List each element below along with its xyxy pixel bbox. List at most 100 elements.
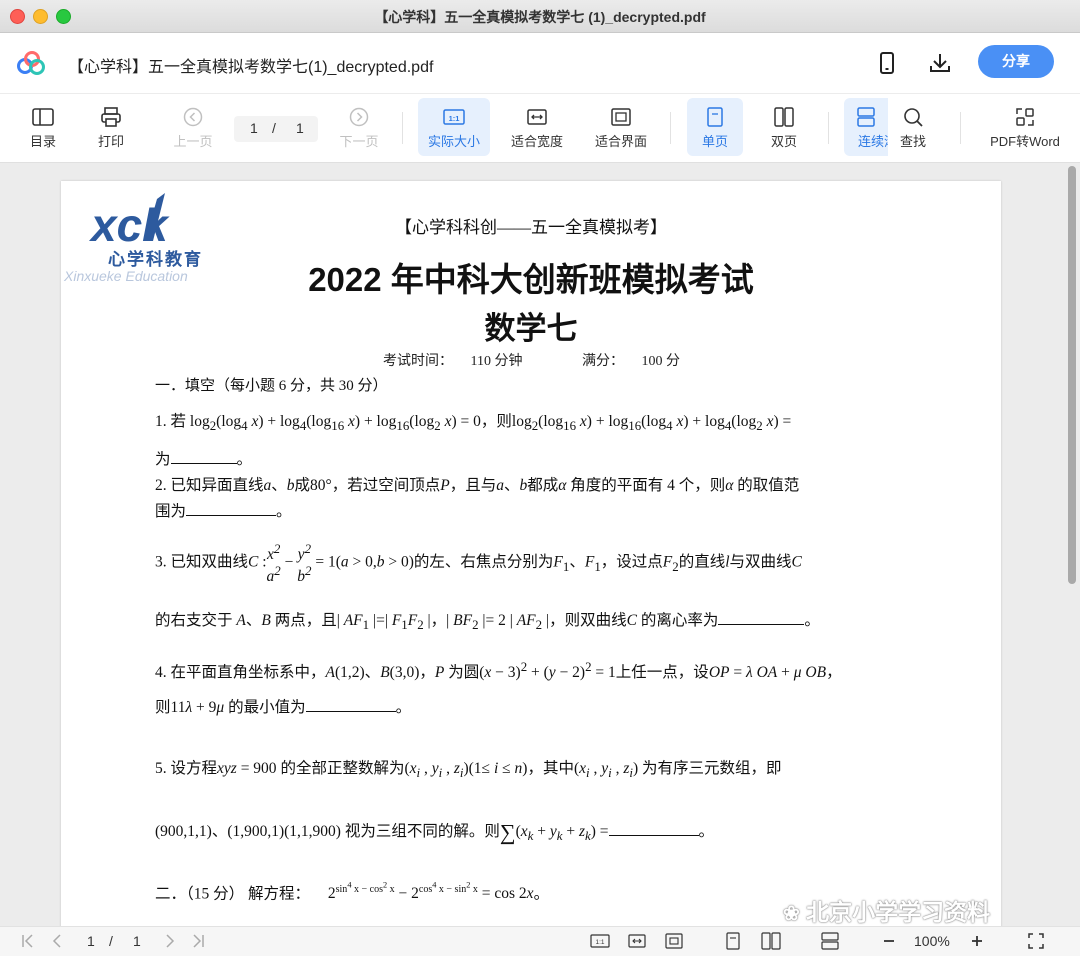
search-icon (904, 108, 923, 127)
sidebar-icon (32, 108, 54, 126)
continuous-scroll-label: 连续滚 (858, 134, 888, 149)
toc-button[interactable]: 目录 (14, 98, 72, 156)
question-3: 3. 已知双曲线C :x2 a2 − y2 b2 = 1(a > 0,b > 0)的… (155, 541, 802, 586)
fullscreen-icon (1028, 933, 1044, 949)
document-name: 【心学科】五一全真模拟考数学七(1)_decrypted.pdf (68, 59, 434, 76)
current-page: 1 (250, 120, 258, 136)
full-score: 100 分 (641, 354, 680, 369)
share-button[interactable]: 分享 (978, 45, 1054, 78)
question-4: 4. 在平面直角坐标系中，A(1,2)、B(3,0)，P 为圆(x − 3)2 … (155, 659, 842, 682)
last-page-icon (193, 934, 204, 948)
question-1: 1. 若 log2(log4 x) + log4(log16 x) + log1… (155, 413, 792, 434)
single-page-button[interactable]: 单页 (687, 98, 743, 156)
double-page-label: 双页 (770, 134, 797, 149)
svg-text:1:1: 1:1 (595, 939, 604, 946)
exam-time: 110 分钟 (470, 354, 523, 369)
page-number-box[interactable]: 1 / 1 (234, 116, 318, 142)
pdf-toolbar: 目录 打印 上一页 1 / 1 下一页 1:1 实际大小 适合宽度 适合界面 单… (0, 94, 1080, 163)
prev-page-small-button[interactable] (50, 932, 64, 950)
next-page-label: 下一页 (339, 134, 379, 149)
minus-icon (884, 940, 894, 942)
question-2: 2. 已知异面直线a、b成80°，若过空间顶点P，且与a、b都成α 角度的平面有… (155, 477, 800, 494)
toolbar-divider (960, 112, 961, 144)
document-viewer[interactable]: xck 心学科教育 Xinxueke Education 【心学科科创——五一全… (0, 163, 1080, 926)
status-fit-page-button[interactable] (664, 932, 684, 950)
fit-width-small-icon (628, 934, 646, 948)
section-1-heading: 一．填空（每小题 6 分，共 30 分） (155, 378, 388, 394)
pdf-page: xck 心学科教育 Xinxueke Education 【心学科科创——五一全… (61, 181, 1001, 926)
zoom-in-button[interactable] (968, 932, 986, 950)
question-2-answer: 围为。 (155, 503, 292, 520)
question-5: 5. 设方程xyz = 900 的全部正整数解为(xi , yi , zi)(1… (155, 760, 782, 781)
convert-icon (1016, 108, 1034, 126)
actual-size-small-icon: 1:1 (590, 934, 610, 948)
find-label: 查找 (899, 134, 926, 149)
single-page-icon (707, 107, 723, 127)
pdf-to-word-button[interactable]: PDF转Word (982, 98, 1068, 156)
scrollbar-thumb[interactable] (1068, 166, 1076, 584)
doc-subtitle: 数学七 (484, 311, 578, 346)
status-continuous-button[interactable] (820, 932, 840, 950)
continuous-scroll-icon (857, 107, 875, 127)
double-page-button[interactable]: 双页 (756, 98, 812, 156)
question-4-cont: 则11λ + 9μ 的最小值为。 (155, 699, 412, 716)
last-page-button[interactable] (190, 932, 206, 950)
chevron-left-circle-icon (183, 107, 203, 127)
doc-header: 【心学科科创——五一全真模拟考】 (395, 218, 667, 237)
phone-icon[interactable] (875, 51, 899, 75)
zoom-level: 100% (914, 933, 950, 949)
exam-meta: 考试时间： 110 分钟 满分： 100 分 (383, 350, 680, 370)
status-bar: 1 / 1 1:1 100% (0, 926, 1080, 956)
prev-page-button[interactable]: 上一页 (164, 98, 222, 156)
plus-icon (972, 936, 982, 946)
continuous-scroll-button[interactable]: 连续滚 (844, 98, 888, 156)
exam-time-label: 考试时间： (383, 354, 453, 369)
page-separator: / (272, 120, 276, 136)
first-page-icon (22, 934, 33, 948)
question-3-cont: 的右支交于 A、B 两点，且| AF1 |=| F1F2 |，| BF2 |= … (155, 612, 820, 633)
window-title: 【心学科】五一全真模拟考数学七 (1)_decrypted.pdf (374, 9, 706, 25)
status-slash: / (109, 933, 113, 949)
full-score-label: 满分： (581, 354, 624, 369)
fit-width-label: 适合宽度 (510, 134, 563, 149)
zoom-out-button[interactable] (880, 932, 898, 950)
toc-label: 目录 (29, 134, 56, 149)
cloud-logo-icon (17, 51, 45, 75)
chevron-right-circle-icon (349, 107, 369, 127)
print-button[interactable]: 打印 (82, 98, 140, 156)
continuous-small-icon (821, 932, 839, 950)
fit-page-button[interactable]: 适合界面 (588, 98, 654, 156)
pdf-to-word-label: PDF转Word (990, 134, 1060, 149)
chevron-right-icon (166, 934, 175, 948)
status-total-pages: 1 (133, 933, 141, 949)
find-button[interactable]: 查找 (888, 98, 938, 156)
svg-text:1:1: 1:1 (449, 114, 460, 123)
print-label: 打印 (97, 134, 124, 149)
fit-page-label: 适合界面 (594, 134, 647, 149)
status-fit-width-button[interactable] (627, 932, 647, 950)
prev-page-label: 上一页 (173, 134, 213, 149)
double-page-small-icon (761, 932, 781, 950)
question-5-cont: (900,1,1)、(1,900,1)(1,1,900) 视为三组不同的解。则∑… (155, 819, 715, 845)
toolbar-divider (828, 112, 829, 144)
status-double-page-button[interactable] (761, 932, 781, 950)
actual-size-button[interactable]: 1:1 实际大小 (418, 98, 490, 156)
chevron-left-icon (52, 934, 61, 948)
fit-width-button[interactable]: 适合宽度 (504, 98, 570, 156)
next-page-button[interactable]: 下一页 (330, 98, 388, 156)
status-actual-size-button[interactable]: 1:1 (590, 932, 610, 950)
status-current-page: 1 (87, 933, 95, 949)
fullscreen-button[interactable] (1027, 932, 1045, 950)
fit-width-icon (527, 109, 547, 125)
fit-page-icon (611, 108, 631, 126)
wechat-icon: ❀ (783, 903, 800, 925)
printer-icon (101, 107, 121, 127)
next-page-small-button[interactable] (163, 932, 177, 950)
app-header: 【心学科】五一全真模拟考数学七(1)_decrypted.pdf 分享 (0, 33, 1080, 94)
download-icon[interactable] (928, 51, 952, 75)
doc-title: 2022 年中科大创新班模拟考试 (308, 261, 754, 298)
actual-size-label: 实际大小 (427, 134, 480, 149)
status-single-page-button[interactable] (724, 932, 742, 950)
first-page-button[interactable] (20, 932, 36, 950)
question-1-answer: 为。 (155, 451, 253, 468)
